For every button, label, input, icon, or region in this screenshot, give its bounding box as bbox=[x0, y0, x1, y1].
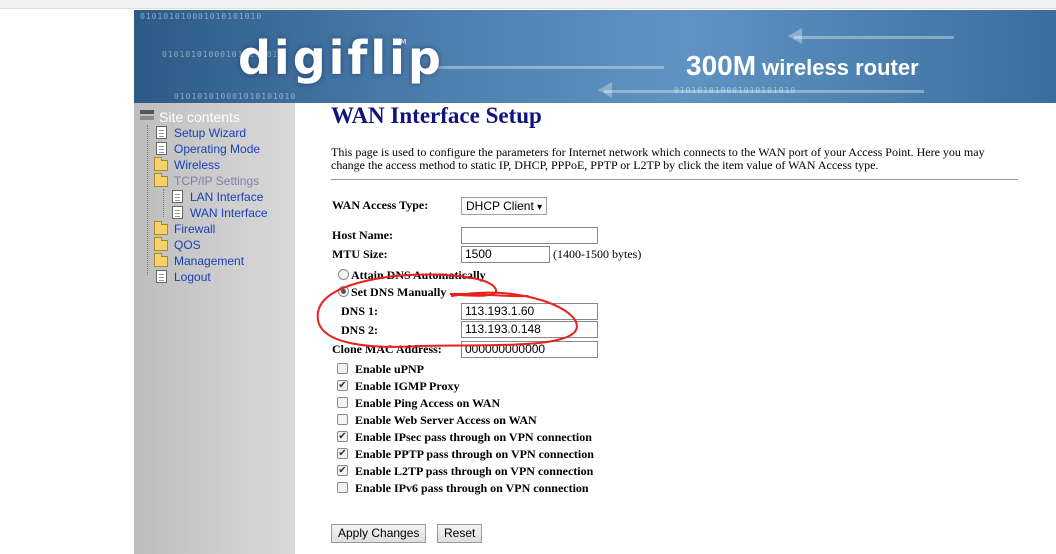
mtu-size-hint: (1400-1500 bytes) bbox=[553, 247, 642, 261]
folder-icon bbox=[154, 221, 168, 235]
sidebar: Site contents Setup Wizard Operating Mod… bbox=[134, 103, 295, 554]
page-icon bbox=[172, 190, 183, 203]
page-icon bbox=[156, 142, 167, 155]
banner-arrow-icon bbox=[788, 28, 802, 44]
apply-changes-button[interactable]: Apply Changes bbox=[331, 524, 427, 543]
sidebar-item-label[interactable]: LAN Interface bbox=[190, 189, 263, 205]
page-icon bbox=[156, 126, 167, 139]
sidebar-item-label[interactable]: Management bbox=[174, 253, 244, 269]
dns2-input[interactable]: 113.193.0.148 bbox=[461, 321, 598, 338]
mtu-size-label: MTU Size: bbox=[332, 247, 388, 261]
enable-ipsec-passthrough-checkbox[interactable]: ✔ bbox=[337, 431, 348, 442]
divider bbox=[331, 179, 1018, 180]
wan-access-type-value: DHCP Client bbox=[466, 199, 534, 213]
enable-upnp-checkbox[interactable] bbox=[337, 363, 348, 374]
folder-open-icon bbox=[154, 173, 168, 187]
banner-streak bbox=[434, 66, 664, 69]
sidebar-item-label[interactable]: TCP/IP Settings bbox=[174, 173, 259, 189]
browser-top-edge bbox=[0, 0, 1056, 9]
page-title: WAN Interface Setup bbox=[331, 103, 542, 128]
tagline-text: wireless router bbox=[756, 55, 919, 80]
wan-access-type-label: WAN Access Type: bbox=[332, 198, 429, 212]
enable-web-server-access-checkbox[interactable] bbox=[337, 414, 348, 425]
enable-pptp-passthrough-checkbox[interactable]: ✔ bbox=[337, 448, 348, 459]
page-icon bbox=[172, 206, 183, 219]
wan-access-type-select[interactable]: DHCP Client ▾ bbox=[461, 197, 548, 215]
sidebar-item-label[interactable]: Operating Mode bbox=[174, 141, 260, 157]
enable-igmp-proxy-checkbox[interactable]: ✔ bbox=[337, 380, 348, 391]
banner-arrow-icon bbox=[598, 82, 612, 98]
sidebar-item-label[interactable]: QOS bbox=[174, 237, 201, 253]
dns-manual-radio[interactable] bbox=[338, 286, 349, 297]
dns2-label: DNS 2: bbox=[341, 323, 379, 337]
sidebar-item-label[interactable]: Logout bbox=[174, 269, 211, 285]
host-name-input[interactable] bbox=[461, 227, 598, 244]
tree-line bbox=[147, 125, 148, 275]
sitemap-icon bbox=[140, 110, 154, 121]
banner-binary-pattern: 010101010001010101010 bbox=[174, 92, 297, 101]
host-name-label: Host Name: bbox=[332, 228, 393, 242]
enable-ipv6-passthrough-label: Enable IPv6 pass through on VPN connecti… bbox=[355, 481, 589, 495]
brand-logo: digiflip bbox=[238, 31, 444, 85]
banner-streak bbox=[604, 90, 924, 93]
tagline-model: 300M bbox=[686, 50, 757, 81]
page-icon bbox=[156, 270, 167, 283]
enable-pptp-passthrough-label: Enable PPTP pass through on VPN connecti… bbox=[355, 447, 594, 461]
page-description: This page is used to configure the param… bbox=[331, 145, 985, 172]
sidebar-item-label[interactable]: Setup Wizard bbox=[174, 125, 246, 141]
banner-streak bbox=[794, 36, 954, 39]
header-banner: 010101010001010101010 010101010001010101… bbox=[134, 10, 1056, 103]
enable-upnp-label: Enable uPNP bbox=[355, 362, 425, 376]
banner-binary-pattern: 010101010001010101010 bbox=[140, 12, 263, 21]
chevron-down-icon: ▾ bbox=[537, 202, 543, 213]
folder-icon bbox=[154, 157, 168, 171]
folder-icon bbox=[154, 237, 168, 251]
enable-ping-access-checkbox[interactable] bbox=[337, 397, 348, 408]
enable-ping-access-label: Enable Ping Access on WAN bbox=[355, 396, 501, 410]
dns-manual-label: Set DNS Manually bbox=[351, 285, 447, 299]
product-tagline: 300M wireless router bbox=[686, 50, 919, 82]
sidebar-item-label[interactable]: Wireless bbox=[174, 157, 220, 173]
dns1-input[interactable]: 113.193.1.60 bbox=[461, 303, 598, 320]
dns1-label: DNS 1: bbox=[341, 304, 379, 318]
dns-auto-label: Attain DNS Automatically bbox=[351, 268, 486, 282]
sidebar-item-label[interactable]: WAN Interface bbox=[190, 205, 268, 221]
enable-l2tp-passthrough-label: Enable L2TP pass through on VPN connecti… bbox=[355, 464, 594, 478]
tree-line bbox=[163, 189, 164, 217]
enable-ipv6-passthrough-checkbox[interactable] bbox=[337, 482, 348, 493]
dns-auto-radio[interactable] bbox=[338, 269, 349, 280]
enable-ipsec-passthrough-label: Enable IPsec pass through on VPN connect… bbox=[355, 430, 592, 444]
enable-l2tp-passthrough-checkbox[interactable]: ✔ bbox=[337, 465, 348, 476]
sidebar-item-label[interactable]: Firewall bbox=[174, 221, 215, 237]
clone-mac-label: Clone MAC Address: bbox=[332, 342, 442, 356]
enable-web-server-access-label: Enable Web Server Access on WAN bbox=[355, 413, 537, 427]
trademark-mark: TM bbox=[396, 38, 407, 46]
clone-mac-input[interactable]: 000000000000 bbox=[461, 341, 598, 358]
sidebar-root-label: Site contents bbox=[159, 109, 240, 125]
enable-igmp-proxy-label: Enable IGMP Proxy bbox=[355, 379, 460, 393]
folder-icon bbox=[154, 253, 168, 267]
mtu-size-input[interactable]: 1500 bbox=[461, 246, 550, 263]
reset-button[interactable]: Reset bbox=[437, 524, 483, 543]
